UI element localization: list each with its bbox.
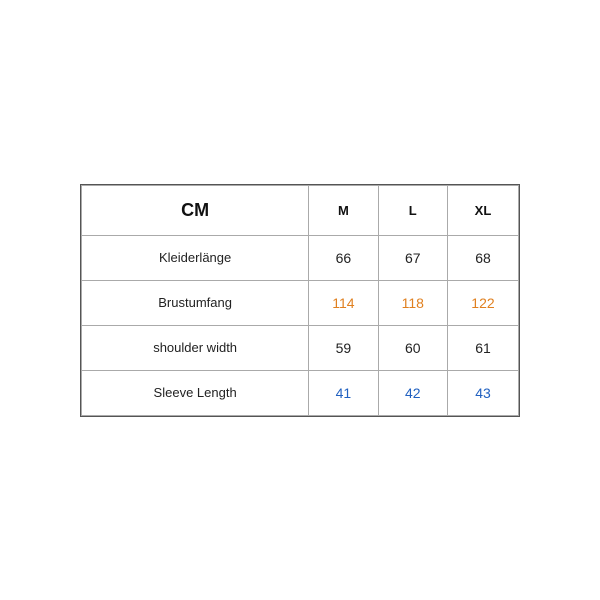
col-l-header: L <box>378 185 447 235</box>
row-val3-3: 43 <box>447 370 518 415</box>
table-row: shoulder width596061 <box>82 325 519 370</box>
row-val2-0: 67 <box>378 235 447 280</box>
row-label-2: shoulder width <box>82 325 309 370</box>
row-val2-3: 42 <box>378 370 447 415</box>
row-val1-2: 59 <box>309 325 378 370</box>
unit-header: CM <box>82 185 309 235</box>
col-m-header: M <box>309 185 378 235</box>
table-row: Brustumfang114118122 <box>82 280 519 325</box>
size-table: CM M L XL Kleiderlänge666768Brustumfang1… <box>81 185 519 416</box>
row-label-3: Sleeve Length <box>82 370 309 415</box>
size-table-container: CM M L XL Kleiderlänge666768Brustumfang1… <box>80 184 520 417</box>
table-row: Kleiderlänge666768 <box>82 235 519 280</box>
col-xl-header: XL <box>447 185 518 235</box>
row-val1-0: 66 <box>309 235 378 280</box>
row-val3-1: 122 <box>447 280 518 325</box>
row-val2-2: 60 <box>378 325 447 370</box>
row-label-1: Brustumfang <box>82 280 309 325</box>
row-val3-2: 61 <box>447 325 518 370</box>
row-val1-1: 114 <box>309 280 378 325</box>
row-label-0: Kleiderlänge <box>82 235 309 280</box>
table-row: Sleeve Length414243 <box>82 370 519 415</box>
row-val2-1: 118 <box>378 280 447 325</box>
row-val1-3: 41 <box>309 370 378 415</box>
row-val3-0: 68 <box>447 235 518 280</box>
table-header-row: CM M L XL <box>82 185 519 235</box>
